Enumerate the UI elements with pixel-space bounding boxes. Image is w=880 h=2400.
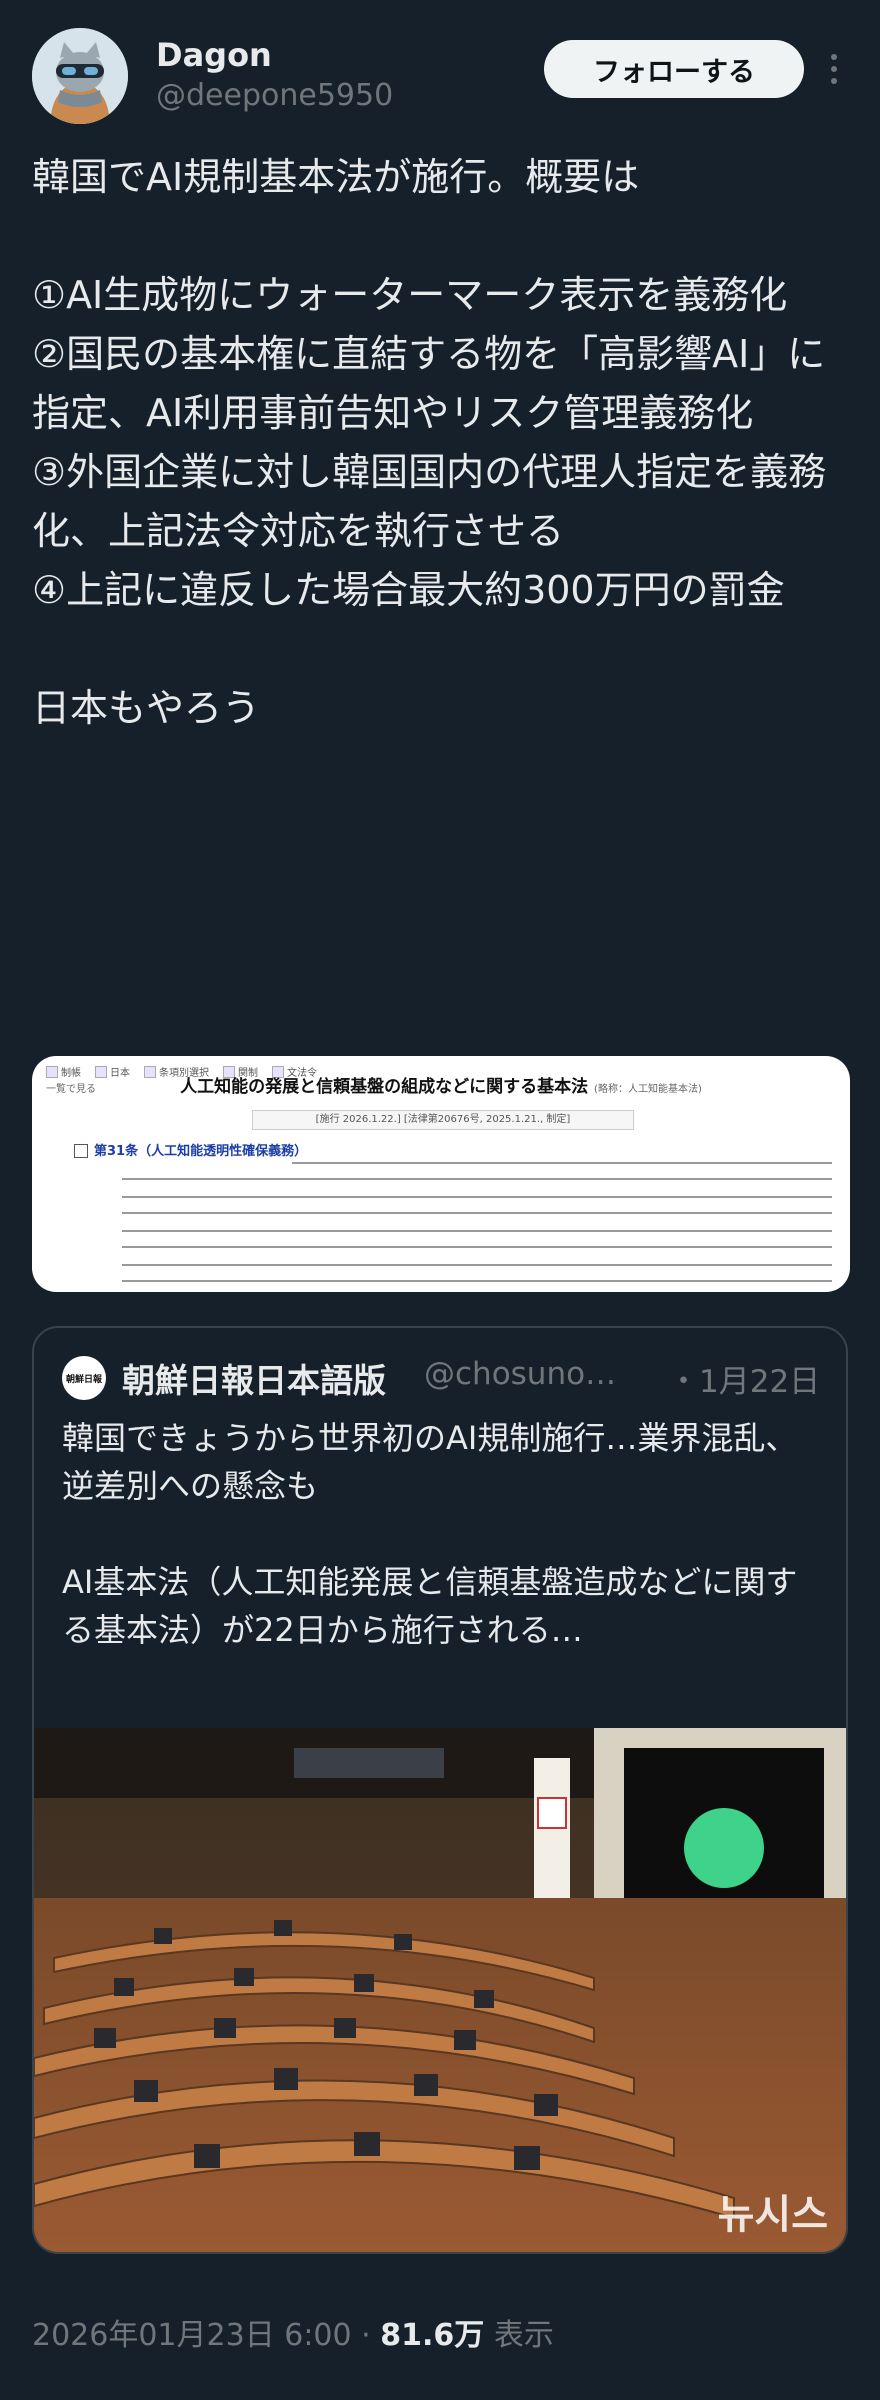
footer-separator: · [361,2318,371,2353]
law-title: 人工知能の発展と信頼基盤の組成などに関する基本法 (略称：人工知能基本法) [32,1072,850,1097]
quoted-date[interactable]: ・1月22日 [668,1356,820,1401]
view-count-label: 表示 [493,2318,554,2353]
post-header: Dagon @deepone5950 フォローする [32,28,848,128]
photo-watermark: 뉴시스 [717,2192,828,2238]
checkbox-icon [74,1144,88,1158]
text-line [292,1162,832,1164]
post-timestamp[interactable]: 2026年01月23日 6:00 [32,2318,352,2353]
post-text: 韓国でAI規制基本法が施行。概要は ①AI生成物にウォーターマーク表示を義務化 … [32,155,827,730]
article-title: 第31条（人工知能透明性確保義務） [94,1144,308,1159]
view-count: 81.6万 [380,2318,485,2353]
text-line [122,1178,832,1180]
text-line [122,1230,832,1232]
post-footer: 2026年01月23日 6:00 · 81.6万 表示 [32,2310,554,2354]
text-line [122,1246,832,1248]
text-line [122,1212,832,1214]
text-line [122,1264,832,1266]
law-title-text: 人工知能の発展と信頼基盤の組成などに関する基本法 [180,1077,589,1097]
law-meta: [施行 2026.1.22.] [法律第20676号, 2025.1.21., … [252,1110,634,1130]
attached-image[interactable]: 制帳 日本 条項別選択 関制 文法令 一覧で見る 人工知能の発展と信頼基盤の組成… [32,1056,850,1292]
assembly-hall-photo[interactable]: 뉴시스 [34,1728,846,2252]
quoted-text: 韓国できょうから世界初のAI規制施行…業界混乱、逆差別への懸念も AI基本法（人… [62,1419,798,1649]
author-display-name[interactable]: Dagon [156,36,272,74]
quoted-post[interactable]: 朝鮮日報 朝鮮日報日本語版 @chosuno… ・1月22日 韓国できょうから世… [32,1326,848,2254]
text-line [122,1280,832,1282]
quoted-author-name[interactable]: 朝鮮日報日本語版 [122,1354,386,1402]
text-line [122,1196,832,1198]
author-handle[interactable]: @deepone5950 [156,78,393,113]
cat-avatar-icon[interactable] [32,28,128,124]
law-title-note: (略称：人工知能基本法) [594,1084,702,1095]
quoted-author-handle[interactable]: @chosuno… [424,1356,616,1392]
follow-button[interactable]: フォローする [544,40,804,98]
more-vertical-icon[interactable] [820,48,848,98]
quoted-avatar[interactable]: 朝鮮日報 [62,1356,106,1400]
